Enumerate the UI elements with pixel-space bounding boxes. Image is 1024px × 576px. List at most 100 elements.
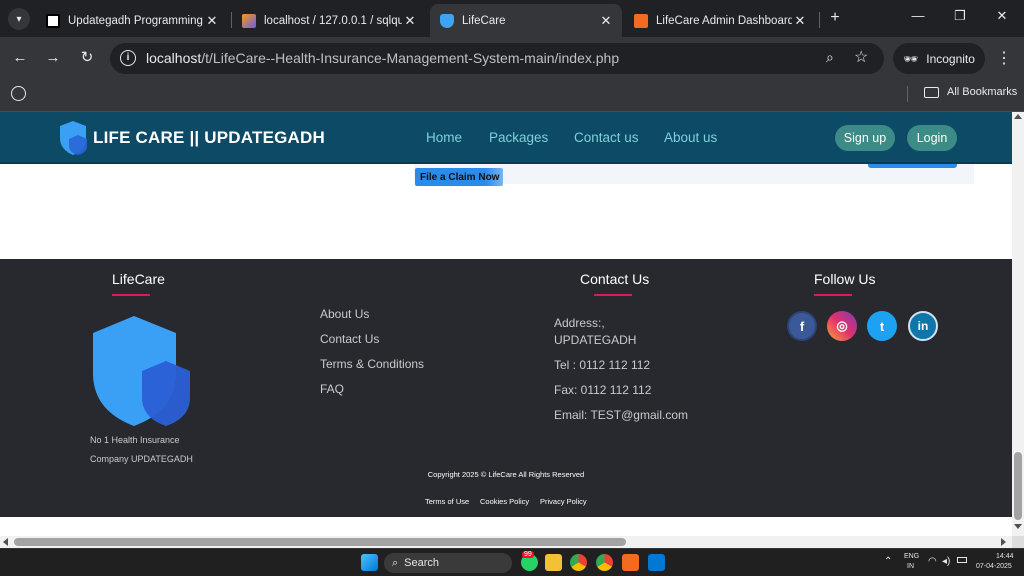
vertical-scroll-thumb[interactable]	[1014, 452, 1022, 520]
footer-link-terms[interactable]: Terms & Conditions	[320, 357, 424, 371]
clock-date[interactable]: 07-04-2025	[976, 563, 1012, 570]
close-tab-icon[interactable]: ✕	[204, 13, 220, 29]
tab-title: LifeCare	[462, 14, 506, 27]
phpmyadmin-favicon-icon	[242, 13, 256, 28]
scroll-right-arrow-icon[interactable]	[1001, 538, 1006, 546]
file-claim-button[interactable]: File a Claim Now	[415, 168, 503, 186]
bookmarks-bar: All Bookmarks	[0, 80, 1024, 112]
battery-icon[interactable]	[957, 557, 967, 563]
bookmark-star-icon[interactable]: ☆	[854, 47, 868, 67]
shield-favicon-icon	[440, 13, 454, 28]
forward-arrow-icon[interactable]: →	[43, 48, 63, 68]
page-viewport: LIFE CARE || UPDATEGADH Home Packages Co…	[0, 112, 1012, 536]
tab-phpmyadmin[interactable]: localhost / 127.0.0.1 / sqlque ✕	[232, 4, 426, 37]
heading-underline	[112, 294, 150, 296]
folder-icon	[924, 86, 939, 98]
tab-search-button[interactable]: ▾	[8, 8, 30, 30]
file-claim-label: File a Claim Now	[420, 171, 500, 183]
footer-cookies-policy[interactable]: Cookies Policy	[480, 497, 529, 506]
browser-toolbar: ← → ↻ i localhost/t/LifeCare--Health-Ins…	[0, 37, 1024, 80]
site-footer: LifeCare No 1 Health Insurance Company U…	[0, 259, 1012, 517]
url-path: /t/LifeCare--Health-Insurance-Management…	[201, 50, 620, 66]
panel-button-edge[interactable]	[868, 164, 957, 168]
back-arrow-icon[interactable]: ←	[10, 48, 30, 68]
globe-icon[interactable]	[11, 86, 26, 101]
vscode-icon[interactable]	[648, 554, 665, 571]
tab-updategadh[interactable]: Updategadh Programming - L ✕	[36, 4, 228, 37]
lifecare-logo-icon[interactable]	[58, 120, 88, 156]
xampp-favicon-icon	[634, 13, 648, 28]
footer-link-contact[interactable]: Contact Us	[320, 332, 379, 346]
notification-badge: 99	[522, 551, 534, 558]
login-button[interactable]: Login	[907, 125, 957, 151]
browser-menu-icon[interactable]: ⋮	[996, 48, 1012, 68]
chrome-icon[interactable]	[570, 554, 587, 571]
close-window-icon[interactable]: ✕	[990, 8, 1014, 28]
footer-link-faq[interactable]: FAQ	[320, 382, 344, 396]
all-bookmarks-button[interactable]: All Bookmarks	[924, 86, 1017, 98]
heading-underline	[594, 294, 632, 296]
tab-title: LifeCare Admin Dashboard	[656, 14, 792, 27]
instagram-icon[interactable]: ◎	[827, 311, 857, 341]
reload-icon[interactable]: ↻	[77, 48, 97, 68]
chrome-profile-icon[interactable]	[596, 554, 613, 571]
footer-contact-heading: Contact Us	[580, 271, 650, 287]
footer-email: Email: TEST@gmail.com	[554, 408, 688, 422]
close-tab-icon[interactable]: ✕	[402, 13, 418, 29]
minimize-icon[interactable]: —	[906, 8, 930, 28]
language-primary[interactable]: ENG	[904, 553, 919, 560]
tab-title: Updategadh Programming - L	[68, 14, 204, 27]
site-brand[interactable]: LIFE CARE || UPDATEGADH	[93, 128, 325, 148]
vertical-scrollbar[interactable]	[1012, 112, 1024, 536]
linkedin-icon[interactable]: in	[908, 311, 938, 341]
close-tab-icon[interactable]: ✕	[792, 13, 808, 29]
incognito-icon: 🕶	[903, 51, 919, 66]
windows-taskbar: ⌕ Search 99 ⌃ ENG IN ◠ ◂) 14:44 07-04-20…	[0, 548, 1024, 576]
xampp-icon[interactable]	[622, 554, 639, 571]
footer-shield-logo-icon	[93, 316, 190, 426]
language-secondary[interactable]: IN	[907, 563, 914, 570]
url-text[interactable]: localhost/t/LifeCare--Health-Insurance-M…	[146, 50, 619, 66]
search-icon: ⌕	[392, 556, 399, 569]
close-tab-icon[interactable]: ✕	[598, 13, 614, 29]
footer-terms-of-use[interactable]: Terms of Use	[425, 497, 469, 506]
clock-time[interactable]: 14:44	[996, 553, 1014, 560]
new-tab-button[interactable]: +	[826, 9, 844, 27]
signup-button[interactable]: Sign up	[835, 125, 895, 151]
windows-start-icon[interactable]	[361, 554, 378, 571]
heading-underline	[814, 294, 852, 296]
incognito-badge[interactable]: 🕶 Incognito	[893, 43, 985, 74]
tab-lifecare[interactable]: LifeCare ✕	[430, 4, 622, 37]
tab-strip: ▾ Updategadh Programming - L ✕ localhost…	[0, 0, 1024, 37]
signup-label: Sign up	[843, 131, 887, 145]
horizontal-scroll-thumb[interactable]	[14, 538, 626, 546]
nav-packages[interactable]: Packages	[489, 130, 548, 145]
footer-privacy-policy[interactable]: Privacy Policy	[540, 497, 587, 506]
tab-divider	[819, 12, 820, 28]
twitter-icon[interactable]: t	[867, 311, 897, 341]
updategadh-favicon-icon	[46, 13, 60, 28]
site-info-icon[interactable]: i	[120, 50, 136, 66]
horizontal-scrollbar[interactable]	[0, 536, 1012, 548]
footer-address-line1: Address:,	[554, 316, 605, 330]
address-bar[interactable]: i localhost/t/LifeCare--Health-Insurance…	[110, 43, 884, 74]
tray-overflow-icon[interactable]: ⌃	[884, 556, 892, 567]
footer-link-about[interactable]: About Us	[320, 307, 369, 321]
scroll-down-arrow-icon[interactable]	[1014, 524, 1022, 529]
tab-lifecare-admin[interactable]: LifeCare Admin Dashboard ✕	[624, 4, 816, 37]
url-host: localhost	[146, 50, 202, 66]
facebook-icon[interactable]: f	[787, 311, 817, 341]
wifi-icon[interactable]: ◠	[928, 556, 937, 567]
volume-icon[interactable]: ◂)	[942, 556, 950, 567]
scroll-up-arrow-icon[interactable]	[1014, 114, 1022, 119]
nav-contact-us[interactable]: Contact us	[574, 130, 639, 145]
taskbar-search[interactable]: ⌕ Search	[384, 553, 512, 573]
restore-icon[interactable]: ❐	[948, 8, 972, 28]
nav-about-us[interactable]: About us	[664, 130, 717, 145]
file-explorer-icon[interactable]	[545, 554, 562, 571]
footer-fax: Fax: 0112 112 112	[554, 383, 652, 397]
nav-home[interactable]: Home	[426, 130, 462, 145]
zoom-icon[interactable]: ⌕	[826, 49, 834, 66]
scroll-left-arrow-icon[interactable]	[3, 538, 8, 546]
scrollbar-corner	[1012, 536, 1024, 548]
